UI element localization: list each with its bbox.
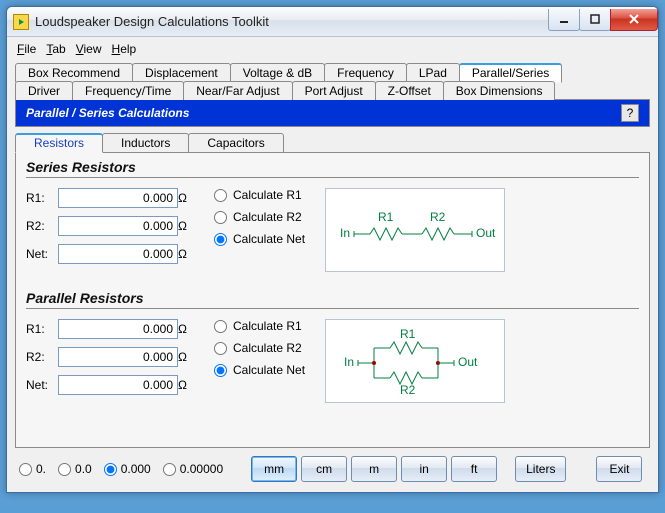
tab-frequency[interactable]: Frequency <box>324 63 407 82</box>
series-net-input[interactable] <box>58 244 178 264</box>
menubar: File Tab View Help <box>7 37 658 61</box>
diag-in-label: In <box>340 226 350 240</box>
parallel-r1-label: R1: <box>26 322 58 336</box>
panel-title-text: Parallel / Series Calculations <box>26 106 189 120</box>
tab-displacement[interactable]: Displacement <box>132 63 231 82</box>
app-window: Loudspeaker Design Calculations Toolkit … <box>6 6 659 493</box>
ohm-unit: Ω <box>178 322 194 336</box>
page-body: Series Resistors R1: Ω R2: Ω Net: Ω <box>15 152 650 448</box>
subtab-resistors[interactable]: Resistors <box>15 133 103 153</box>
parallel-diagram: In R1 R2 <box>325 319 505 403</box>
series-r2-input[interactable] <box>58 216 178 236</box>
diag-r1-label: R1 <box>400 327 416 341</box>
series-r1-input[interactable] <box>58 188 178 208</box>
parallel-calc-r2-option[interactable]: Calculate R2 <box>214 341 305 355</box>
panel-title: Parallel / Series Calculations ? <box>15 99 650 127</box>
series-r1-label: R1: <box>26 191 58 205</box>
maximize-button[interactable] <box>579 9 611 31</box>
precision-radios: 0. 0.0 0.000 0.00000 <box>19 462 223 476</box>
app-icon <box>13 14 29 30</box>
unit-in-button[interactable]: in <box>401 456 447 482</box>
diag-out-label: Out <box>458 355 478 369</box>
exit-button[interactable]: Exit <box>596 456 642 482</box>
ohm-unit: Ω <box>178 247 194 261</box>
unit-m-button[interactable]: m <box>351 456 397 482</box>
tab-box-dimensions[interactable]: Box Dimensions <box>443 81 556 100</box>
diag-out-label: Out <box>476 226 496 240</box>
minimize-button[interactable] <box>548 9 580 31</box>
content-area: Box Recommend Displacement Voltage & dB … <box>7 61 658 492</box>
parallel-net-input[interactable] <box>58 375 178 395</box>
tab-z-offset[interactable]: Z-Offset <box>375 81 444 100</box>
ohm-unit: Ω <box>178 191 194 205</box>
tab-frequency-time[interactable]: Frequency/Time <box>72 81 184 100</box>
parallel-net-label: Net: <box>26 378 58 392</box>
menu-help[interactable]: Help <box>108 40 141 58</box>
parallel-heading: Parallel Resistors <box>26 290 639 309</box>
series-calc-r2-option[interactable]: Calculate R2 <box>214 210 305 224</box>
close-button[interactable] <box>610 9 658 31</box>
parallel-radios: Calculate R1 Calculate R2 Calculate Net <box>214 319 305 377</box>
tab-box-recommend[interactable]: Box Recommend <box>15 63 133 82</box>
parallel-inputs: R1: Ω R2: Ω Net: Ω <box>26 319 194 395</box>
diag-r2-label: R2 <box>430 210 446 224</box>
series-radios: Calculate R1 Calculate R2 Calculate Net <box>214 188 305 246</box>
precision-1[interactable]: 0.0 <box>58 462 92 476</box>
parallel-section: Parallel Resistors R1: Ω R2: Ω Net: Ω <box>26 290 639 403</box>
menu-view[interactable]: View <box>72 40 106 58</box>
tab-parallel-series[interactable]: Parallel/Series <box>459 63 562 83</box>
footer: 0. 0.0 0.000 0.00000 mm cm m in ft Liter… <box>15 448 650 484</box>
series-calc-r1-option[interactable]: Calculate R1 <box>214 188 305 202</box>
help-button[interactable]: ? <box>621 104 639 122</box>
diag-r1-label: R1 <box>378 210 394 224</box>
unit-cm-button[interactable]: cm <box>301 456 347 482</box>
precision-2[interactable]: 0.000 <box>104 462 151 476</box>
parallel-r2-label: R2: <box>26 350 58 364</box>
series-r2-label: R2: <box>26 219 58 233</box>
ohm-unit: Ω <box>178 350 194 364</box>
subtab-row: Resistors Inductors Capacitors <box>15 133 650 153</box>
series-diagram: In R1 R2 Out <box>325 188 505 272</box>
series-net-label: Net: <box>26 247 58 261</box>
ohm-unit: Ω <box>178 219 194 233</box>
tab-row-bottom: Driver Frequency/Time Near/Far Adjust Po… <box>15 81 650 100</box>
parallel-r2-input[interactable] <box>58 347 178 367</box>
series-heading: Series Resistors <box>26 159 639 178</box>
diag-in-label: In <box>344 355 354 369</box>
parallel-calc-r1-option[interactable]: Calculate R1 <box>214 319 305 333</box>
parallel-r1-input[interactable] <box>58 319 178 339</box>
series-inputs: R1: Ω R2: Ω Net: Ω <box>26 188 194 264</box>
menu-file[interactable]: File <box>13 40 40 58</box>
tab-lpad[interactable]: LPad <box>406 63 460 82</box>
subtab-inductors[interactable]: Inductors <box>102 133 189 153</box>
titlebar-text: Loudspeaker Design Calculations Toolkit <box>35 14 549 29</box>
menu-tab[interactable]: Tab <box>42 40 69 58</box>
precision-0[interactable]: 0. <box>19 462 46 476</box>
window-controls <box>549 9 658 31</box>
tab-driver[interactable]: Driver <box>15 81 73 100</box>
unit-mm-button[interactable]: mm <box>251 456 297 482</box>
series-calc-net-option[interactable]: Calculate Net <box>214 232 305 246</box>
ohm-unit: Ω <box>178 378 194 392</box>
unit-ft-button[interactable]: ft <box>451 456 497 482</box>
subtab-capacitors[interactable]: Capacitors <box>188 133 283 153</box>
precision-3[interactable]: 0.00000 <box>163 462 223 476</box>
tab-port-adjust[interactable]: Port Adjust <box>292 81 376 100</box>
parallel-calc-net-option[interactable]: Calculate Net <box>214 363 305 377</box>
liters-button[interactable]: Liters <box>515 456 566 482</box>
series-section: Series Resistors R1: Ω R2: Ω Net: Ω <box>26 159 639 272</box>
titlebar: Loudspeaker Design Calculations Toolkit <box>7 7 658 37</box>
tab-near-far[interactable]: Near/Far Adjust <box>183 81 292 100</box>
diag-r2-label: R2 <box>400 383 416 397</box>
tab-row-top: Box Recommend Displacement Voltage & dB … <box>15 63 650 82</box>
tab-voltage-db[interactable]: Voltage & dB <box>230 63 325 82</box>
